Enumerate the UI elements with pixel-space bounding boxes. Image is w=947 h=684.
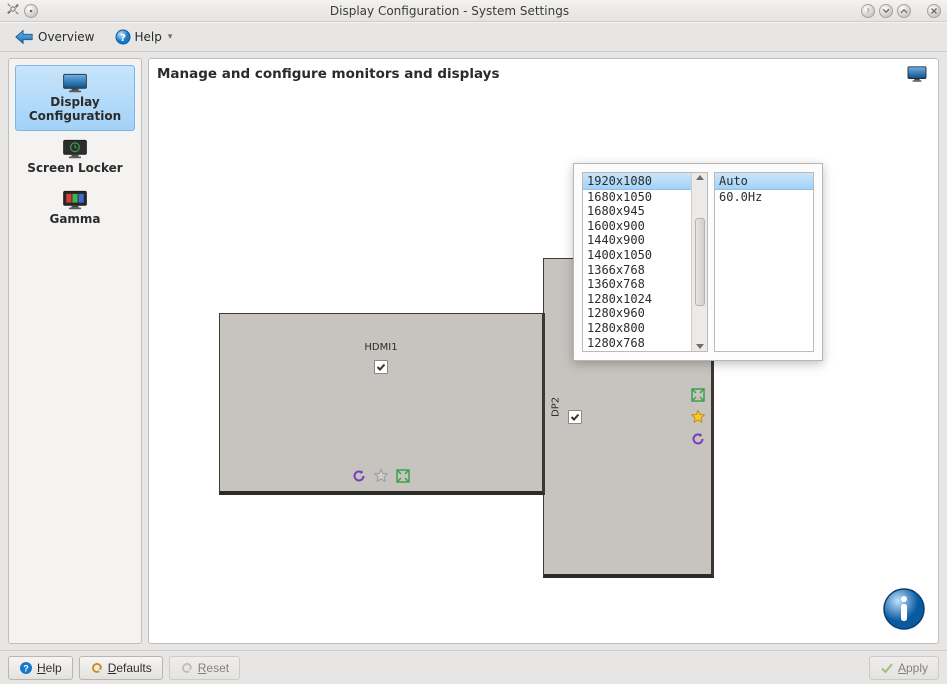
window-maximize-button[interactable] xyxy=(897,4,911,18)
chevron-down-icon: ▾ xyxy=(168,32,173,42)
resolution-option[interactable]: 1920x1080 xyxy=(583,173,691,190)
resolution-option[interactable]: 1366x768 xyxy=(583,263,691,278)
help-icon: ? xyxy=(19,661,33,675)
window-close-button[interactable] xyxy=(927,4,941,18)
scroll-down-icon[interactable] xyxy=(696,344,704,349)
resolution-popup: 1920x10801680x10501680x9451600x9001440x9… xyxy=(573,163,823,361)
resolution-icon[interactable] xyxy=(394,467,412,485)
page-title: Manage and configure monitors and displa… xyxy=(157,66,499,82)
main-toolbar: Overview ? Help ▾ xyxy=(0,22,947,52)
content-header: Manage and configure monitors and displa… xyxy=(149,59,938,87)
rotate-icon[interactable] xyxy=(689,430,707,448)
resolution-option[interactable]: 1152x864 xyxy=(583,350,691,351)
svg-text:?: ? xyxy=(866,7,870,15)
sidebar-item-display-configuration[interactable]: Display Configuration xyxy=(15,65,135,131)
refresh-rate-listbox[interactable]: Auto60.0Hz xyxy=(714,172,814,352)
checkmark-icon xyxy=(880,661,894,675)
help-button-label-rest: elp xyxy=(46,661,62,675)
window-title: Display Configuration - System Settings xyxy=(38,4,861,18)
resolution-option[interactable]: 1400x1050 xyxy=(583,248,691,263)
window-shade-button[interactable] xyxy=(24,4,38,18)
apply-button-label-rest: pply xyxy=(906,661,928,675)
monitor-actions xyxy=(350,467,412,485)
monitor-hdmi1[interactable]: HDMI1 xyxy=(219,313,545,495)
main-area: Display Configuration Screen Locker Gamm… xyxy=(0,52,947,650)
window-minimize-button[interactable] xyxy=(879,4,893,18)
resolution-listbox[interactable]: 1920x10801680x10501680x9451600x9001440x9… xyxy=(582,172,708,352)
resolution-option[interactable]: 1680x945 xyxy=(583,204,691,219)
window-titlebar: Display Configuration - System Settings … xyxy=(0,0,947,22)
monitor-enabled-checkbox[interactable] xyxy=(374,360,388,374)
undo-icon xyxy=(90,661,104,675)
scrollbar[interactable] xyxy=(691,173,707,351)
monitor-gamma-icon xyxy=(61,189,89,211)
overview-button[interactable]: Overview xyxy=(8,25,101,49)
sidebar-item-screen-locker[interactable]: Screen Locker xyxy=(15,131,135,183)
monitor-icon xyxy=(61,72,89,94)
monitor-label: HDMI1 xyxy=(364,342,397,353)
sidebar-item-label: Screen Locker xyxy=(27,162,122,176)
info-icon[interactable] xyxy=(882,587,926,631)
reset-button-label-rest: eset xyxy=(206,661,229,675)
resolution-option[interactable]: 1280x1024 xyxy=(583,292,691,307)
content-panel: Manage and configure monitors and displa… xyxy=(148,58,939,644)
help-label: Help xyxy=(135,30,162,44)
refresh-rate-option[interactable]: Auto xyxy=(715,173,813,190)
defaults-button-label-rest: efaults xyxy=(116,661,151,675)
sidebar: Display Configuration Screen Locker Gamm… xyxy=(8,58,142,644)
display-layout-canvas[interactable]: DP2 HDMI1 xyxy=(149,93,938,643)
primary-star-icon[interactable] xyxy=(372,467,390,485)
resolution-option[interactable]: 1680x1050 xyxy=(583,190,691,205)
undo-icon xyxy=(180,661,194,675)
resolution-option[interactable]: 1360x768 xyxy=(583,277,691,292)
svg-text:?: ? xyxy=(23,663,29,673)
rotate-icon[interactable] xyxy=(350,467,368,485)
resolution-option[interactable]: 1600x900 xyxy=(583,219,691,234)
resolution-icon[interactable] xyxy=(689,386,707,404)
help-menu-button[interactable]: ? Help ▾ xyxy=(109,26,179,48)
overview-label: Overview xyxy=(38,30,95,44)
back-arrow-icon xyxy=(14,28,34,46)
sidebar-item-gamma[interactable]: Gamma xyxy=(15,182,135,234)
resolution-option[interactable]: 1280x800 xyxy=(583,321,691,336)
resolution-option[interactable]: 1280x960 xyxy=(583,306,691,321)
apply-button[interactable]: Apply xyxy=(869,656,939,680)
refresh-rate-option[interactable]: 60.0Hz xyxy=(715,190,813,205)
sidebar-item-label: Gamma xyxy=(49,213,100,227)
help-button[interactable]: ? Help xyxy=(8,656,73,680)
titlebar-right-controls: ? xyxy=(861,4,941,18)
scroll-up-icon[interactable] xyxy=(696,175,704,180)
svg-text:?: ? xyxy=(120,33,126,44)
titlebar-left-controls xyxy=(6,2,38,19)
resolution-option[interactable]: 1440x900 xyxy=(583,233,691,248)
footer-buttons: ? Help Defaults Reset Apply xyxy=(0,650,947,684)
monitor-enabled-checkbox[interactable] xyxy=(568,410,582,424)
help-icon: ? xyxy=(115,29,131,45)
monitor-lock-icon xyxy=(61,138,89,160)
system-tools-icon[interactable] xyxy=(6,2,20,19)
monitor-actions xyxy=(689,386,707,448)
scroll-thumb[interactable] xyxy=(695,218,705,306)
reset-button[interactable]: Reset xyxy=(169,656,240,680)
sidebar-item-label: Display Configuration xyxy=(16,96,134,124)
monitor-label: DP2 xyxy=(551,396,562,416)
defaults-button[interactable]: Defaults xyxy=(79,656,163,680)
window-help-button[interactable]: ? xyxy=(861,4,875,18)
identify-displays-icon[interactable] xyxy=(906,65,928,83)
resolution-option[interactable]: 1280x768 xyxy=(583,336,691,351)
primary-star-icon[interactable] xyxy=(689,408,707,426)
